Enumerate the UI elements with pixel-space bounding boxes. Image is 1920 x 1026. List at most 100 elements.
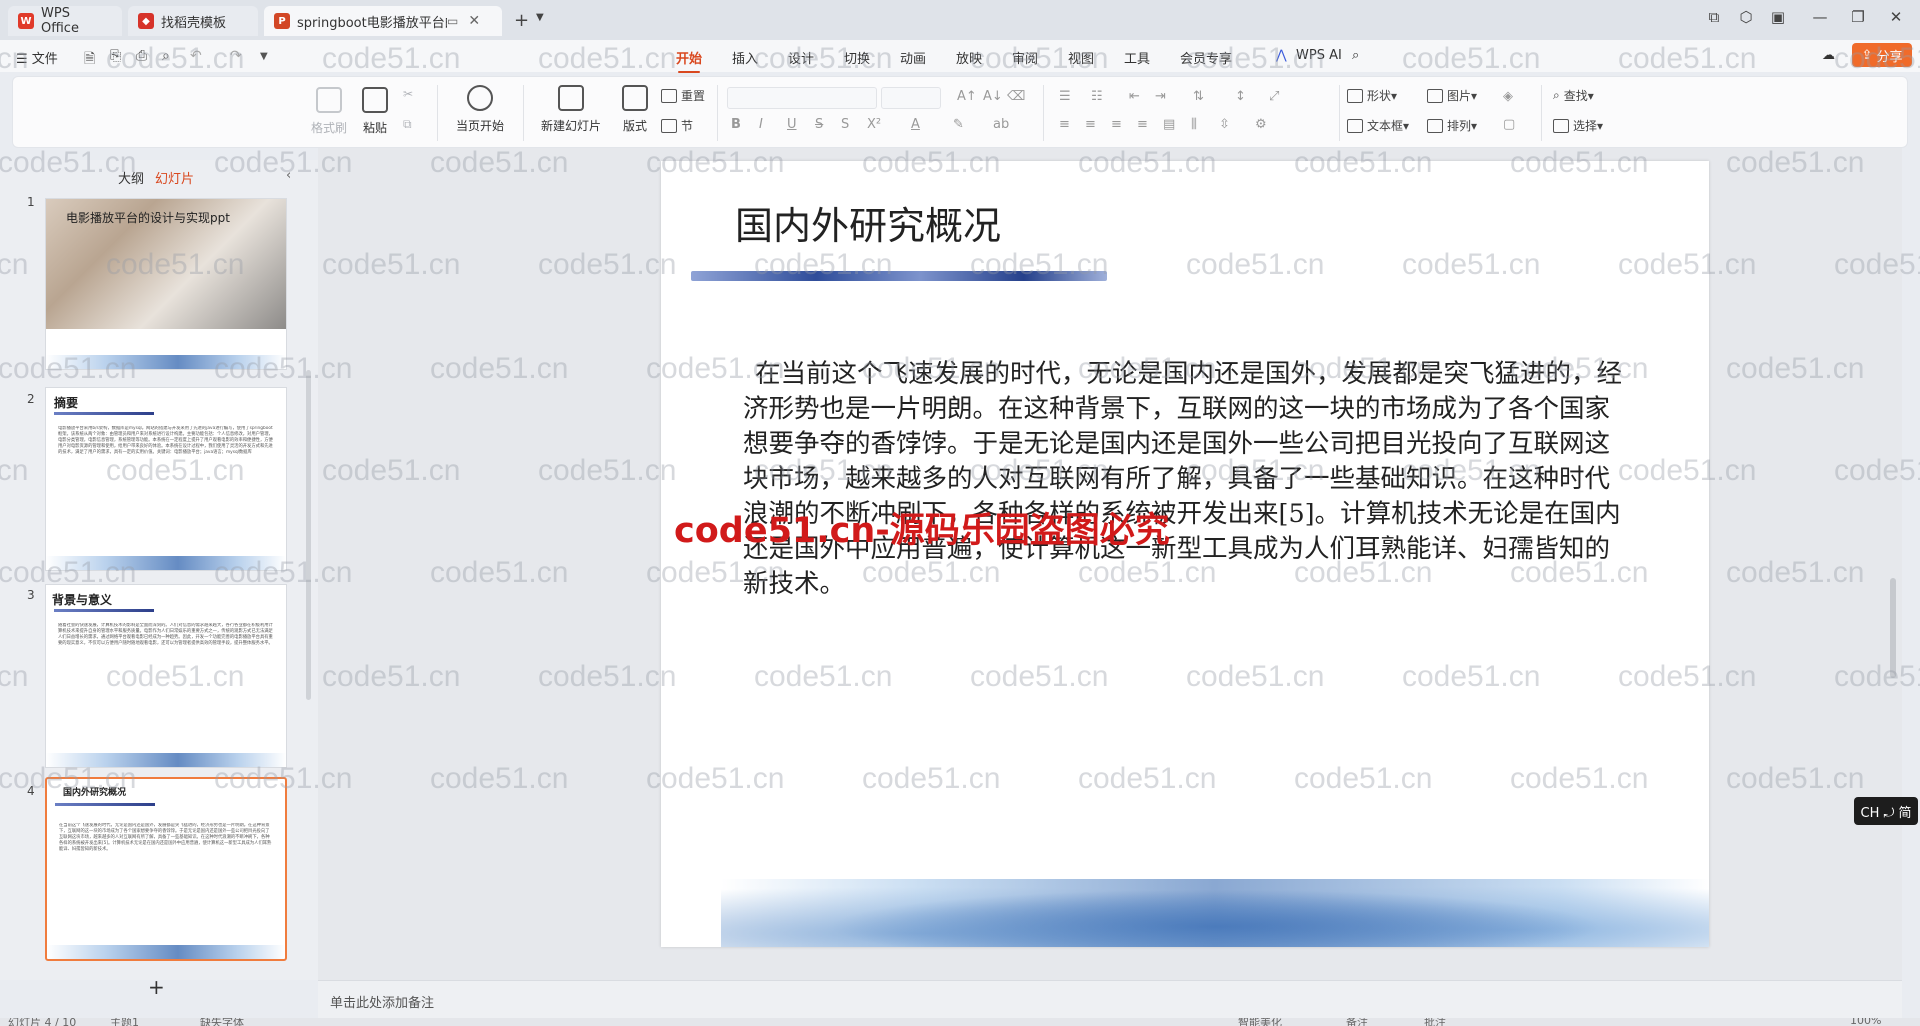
canvas-scrollbar[interactable] <box>1890 578 1896 678</box>
font-family-select[interactable] <box>727 87 877 109</box>
new-slide-button[interactable]: 新建幻灯片 <box>531 85 611 134</box>
cloud-upload-icon[interactable]: ☁ <box>1822 48 1835 63</box>
tab-transition[interactable]: 切换 <box>844 48 870 67</box>
outline-tab[interactable]: 大纲 <box>118 168 144 187</box>
font-size-select[interactable] <box>881 87 941 109</box>
tab-member[interactable]: 会员专享 <box>1180 48 1232 67</box>
copy-icon[interactable]: ⧉ <box>403 117 412 132</box>
add-slide-button[interactable]: + <box>148 975 165 999</box>
close-window-icon[interactable]: ✕ <box>1884 8 1908 26</box>
panel-scrollbar[interactable] <box>306 370 311 700</box>
smart-beautify[interactable]: 智能美化 <box>1238 1018 1282 1026</box>
italic-button[interactable]: I <box>759 117 763 132</box>
comment-toggle[interactable]: 批注 <box>1424 1018 1446 1026</box>
bullet-list-icon[interactable]: ☰ <box>1059 89 1071 104</box>
superscript-button[interactable]: X² <box>867 117 881 132</box>
save-icon[interactable]: 🗎 <box>84 48 95 72</box>
new-tab-button[interactable]: + <box>514 10 529 31</box>
underline-button[interactable]: U <box>787 117 797 132</box>
minimize-icon[interactable]: — <box>1808 8 1832 26</box>
align-center-icon[interactable]: ≡ <box>1085 117 1096 132</box>
textbox-button[interactable]: 文本框 ▾ <box>1347 117 1409 134</box>
start-from-current-button[interactable]: 当页开始 <box>443 85 517 134</box>
export-icon[interactable]: ⎘ <box>110 48 121 64</box>
tab-design[interactable]: 设计 <box>788 48 814 67</box>
columns-icon[interactable]: ⫼ <box>1191 117 1197 132</box>
text-orientation-icon[interactable]: ⤢ <box>1269 89 1279 104</box>
find-button[interactable]: ⌕ 查找 ▾ <box>1553 87 1594 104</box>
tab-wps-office[interactable]: W WPS Office <box>8 6 122 36</box>
clear-format-icon[interactable]: ⌫ <box>1007 89 1025 104</box>
paste-button[interactable]: 粘贴 <box>353 87 397 136</box>
slides-tab[interactable]: 幻灯片 <box>155 168 194 187</box>
distribute-icon[interactable]: ▤ <box>1163 117 1175 132</box>
grow-font-icon[interactable]: A↑ <box>957 89 977 104</box>
decrease-indent-icon[interactable]: ⇤ <box>1129 89 1140 104</box>
number-list-icon[interactable]: ☷ <box>1091 89 1103 104</box>
screen-icon[interactable]: ▭ <box>447 14 458 28</box>
fill-icon[interactable]: ◈ <box>1503 89 1513 104</box>
font-color-button[interactable]: A <box>911 117 920 132</box>
collapse-panel-icon[interactable]: ‹ <box>286 168 291 183</box>
slide-thumbnail-4[interactable]: 国内外研究概况 在当前这个飞速发展的时代，无论是国内还是国外，发展都是突飞猛进的… <box>45 777 287 961</box>
align-left-icon[interactable]: ≡ <box>1059 117 1070 132</box>
redo-icon[interactable]: ↷ <box>230 48 242 64</box>
print-icon[interactable]: ⎙ <box>136 48 147 64</box>
ime-indicator[interactable]: CH ⤾ 简 <box>1854 797 1918 825</box>
undo-icon[interactable]: ↶ <box>190 48 202 64</box>
section-button[interactable]: 节 <box>661 117 693 134</box>
text-direction-icon[interactable]: ⇅ <box>1193 89 1204 104</box>
wps-ai-button[interactable]: WPS AI <box>1296 48 1342 63</box>
slide-thumbnail-1[interactable]: 电影播放平台的设计与实现ppt <box>45 198 287 370</box>
char-spacing-button[interactable]: ab <box>993 117 1009 132</box>
tab-animation[interactable]: 动画 <box>900 48 926 67</box>
shadow-button[interactable]: S <box>841 117 849 132</box>
layout-icon[interactable]: ⧉ <box>1702 8 1726 26</box>
slide-title[interactable]: 国内外研究概况 <box>735 195 1001 250</box>
notes-toggle[interactable]: 备注 <box>1346 1018 1368 1026</box>
more-dropdown-icon[interactable]: ▼ <box>260 51 268 62</box>
tab-slideshow[interactable]: 放映 <box>956 48 982 67</box>
maximize-icon[interactable]: ❐ <box>1846 8 1870 26</box>
strikethrough-button[interactable]: S <box>815 117 823 132</box>
reset-button[interactable]: 重置 <box>661 87 705 104</box>
tab-document[interactable]: P springboot电影播放平台的 ▭ ✕ <box>264 6 502 36</box>
current-slide[interactable]: 国内外研究概况 在当前这个飞速发展的时代，无论是国内还是国外，发展都是突飞猛进的… <box>661 161 1709 947</box>
notes-pane[interactable]: 单击此处添加备注 <box>318 980 1902 1018</box>
file-menu[interactable]: ☰ 文件 <box>16 48 58 67</box>
search-icon[interactable]: ⌕ <box>1352 48 1359 63</box>
align-right-icon[interactable]: ≡ <box>1111 117 1122 132</box>
share-button[interactable]: ⇪ 分享 <box>1852 43 1912 67</box>
layout-button[interactable]: 版式 <box>615 85 655 134</box>
tab-home[interactable]: 开始 <box>676 48 702 73</box>
increase-indent-icon[interactable]: ⇥ <box>1155 89 1166 104</box>
outline-icon[interactable]: ▢ <box>1503 117 1515 132</box>
format-painter-button[interactable]: 格式刷 <box>309 87 349 136</box>
missing-font[interactable]: 缺失字体 <box>200 1018 244 1026</box>
picture-button[interactable]: 图片 ▾ <box>1427 87 1477 104</box>
zoom-level[interactable]: 100% <box>1850 1018 1881 1026</box>
slide-thumbnail-3[interactable]: 背景与意义 随着社会的快速发展，计算机技术的影响是全面而深刻的。人们对信息的需求… <box>45 584 287 768</box>
tab-insert[interactable]: 插入 <box>732 48 758 67</box>
print-preview-icon[interactable]: ⌕ <box>162 48 170 64</box>
tab-tools[interactable]: 工具 <box>1124 48 1150 67</box>
bold-button[interactable]: B <box>731 117 741 132</box>
close-tab-icon[interactable]: ✕ <box>468 13 480 29</box>
slide-thumbnail-2[interactable]: 摘要 电影播放平台采用b/s架构，数据库是mysql。网站的搭建与开发采用了先进… <box>45 387 287 571</box>
highlight-icon[interactable]: ✎ <box>953 117 964 132</box>
tab-view[interactable]: 视图 <box>1068 48 1094 67</box>
tab-dropdown-icon[interactable]: ▼ <box>536 12 544 23</box>
tab-review[interactable]: 审阅 <box>1012 48 1038 67</box>
select-button[interactable]: 选择 ▾ <box>1553 117 1603 134</box>
paragraph-spacing-icon[interactable]: ⇳ <box>1219 117 1230 132</box>
theme-name[interactable]: 主题1 <box>110 1018 139 1026</box>
justify-icon[interactable]: ≡ <box>1137 117 1148 132</box>
avatar[interactable]: ▣ <box>1766 8 1790 26</box>
shrink-font-icon[interactable]: A↓ <box>983 89 1003 104</box>
line-spacing-icon[interactable]: ↕ <box>1235 89 1246 104</box>
cube-icon[interactable]: ⬡ <box>1734 8 1758 26</box>
shape-button[interactable]: 形状 ▾ <box>1347 87 1397 104</box>
slide-body-text[interactable]: 在当前这个飞速发展的时代，无论是国内还是国外，发展都是突飞猛进的，经济形势也是一… <box>743 357 1633 602</box>
paragraph-settings-icon[interactable]: ⚙ <box>1255 117 1267 132</box>
arrange-button[interactable]: 排列 ▾ <box>1427 117 1477 134</box>
